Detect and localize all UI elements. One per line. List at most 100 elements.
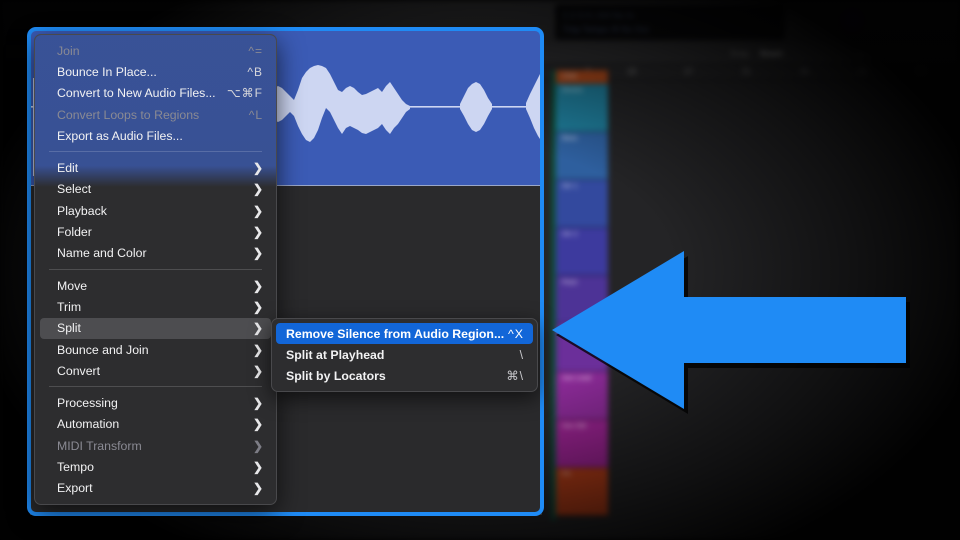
menu-item-label: Bounce and Join — [57, 342, 149, 357]
menu-item-join: Join ^= — [40, 40, 271, 61]
menu-separator — [49, 386, 262, 388]
transport-indicator — [840, 8, 864, 32]
chevron-right-icon: ❯ — [252, 459, 263, 474]
menu-item-convert[interactable]: Convert ❯ — [40, 360, 271, 381]
submenu-item-split-at-playhead[interactable]: Split at Playhead \ — [276, 344, 533, 365]
submenu-item-list: Remove Silence from Audio Region... ^X Spl… — [272, 323, 537, 387]
menu-item-export[interactable]: Export ❯ — [40, 478, 271, 499]
menu-item-label: MIDI Transform — [57, 438, 142, 453]
chevron-right-icon: ❯ — [252, 342, 263, 357]
chevron-right-icon: ❯ — [252, 278, 263, 293]
menu-item-label: Select — [57, 182, 92, 197]
track-name: FX — [562, 471, 571, 478]
lcd-line-1: 1 2 3 4 | 4/4 No In — [563, 11, 635, 20]
chevron-right-icon: ❯ — [252, 246, 263, 261]
track-name: Bass — [562, 135, 578, 142]
menu-item-label: Bounce In Place... — [57, 64, 157, 79]
track-header[interactable]: Click — [556, 70, 608, 84]
menu-item-midi-transform: MIDI Transform ❯ — [40, 435, 271, 456]
chevron-right-icon: ❯ — [252, 396, 263, 411]
track-name: Gtr 2 — [562, 231, 578, 238]
ruler-tick: 21 — [742, 67, 751, 76]
menu-item-edit[interactable]: Edit ❯ — [40, 157, 271, 178]
menu-item-label: Move — [57, 278, 88, 293]
transport-lcd: 1 2 3 4 | 4/4 No In Tmp Tempo /8 No Out — [555, 4, 785, 40]
ruler-tick: 13 — [627, 67, 636, 76]
menu-item-bounce-and-join[interactable]: Bounce and Join ❯ — [40, 339, 271, 360]
chevron-right-icon: ❯ — [252, 161, 263, 176]
ruler-tick: 29 — [858, 67, 867, 76]
split-submenu[interactable]: Remove Silence from Audio Region... ^X Spl… — [271, 318, 538, 392]
toolbar-label-drag: Drag — [858, 49, 876, 58]
menu-item-shortcut: ^L — [248, 107, 263, 122]
menu-item-shortcut: ⌥⌘F — [226, 86, 263, 101]
ruler-tick: 25 — [800, 67, 809, 76]
track-header[interactable]: Gtr 1 — [556, 180, 608, 228]
toolbar-label-smart: Smart — [760, 49, 783, 58]
submenu-item-remove-silence-from-audio-region[interactable]: Remove Silence from Audio Region... ^X — [276, 323, 533, 345]
menu-separator — [49, 151, 262, 153]
chevron-right-icon: ❯ — [252, 481, 263, 496]
menu-item-bounce-in-place[interactable]: Bounce In Place... ^B — [40, 61, 271, 82]
menu-item-tempo[interactable]: Tempo ❯ — [40, 456, 271, 477]
region-context-menu[interactable]: Join ^= Bounce In Place... ^B Convert to New… — [34, 34, 277, 505]
menu-item-automation[interactable]: Automation ❯ — [40, 414, 271, 435]
track-header[interactable]: Drums — [556, 84, 608, 132]
toolbar-label-snap: Snap — [730, 49, 749, 58]
menu-item-convert-to-new-audio-files[interactable]: Convert to New Audio Files... ⌥⌘F — [40, 83, 271, 104]
menu-item-split[interactable]: Split ❯ — [40, 317, 271, 339]
menu-item-name-and-color[interactable]: Name and Color ❯ — [40, 243, 271, 264]
menu-item-convert-loops-to-regions: Convert Loops to Regions ^L — [40, 104, 271, 125]
menu-item-label: Convert — [57, 363, 101, 378]
submenu-item-shortcut: ^X — [508, 326, 524, 341]
menu-item-shortcut: ^= — [248, 43, 263, 58]
submenu-item-label: Remove Silence from Audio Region... — [286, 326, 505, 341]
menu-item-select[interactable]: Select ❯ — [40, 179, 271, 200]
menu-item-label: Tempo — [57, 459, 94, 474]
menu-item-label: Convert to New Audio Files... — [57, 86, 216, 101]
menu-item-label: Folder — [57, 225, 92, 240]
menu-item-label: Processing — [57, 396, 118, 411]
menu-item-shortcut: ^B — [247, 64, 263, 79]
track-name: Drums — [562, 87, 583, 94]
menu-item-label: Split — [57, 321, 81, 336]
screenshot-root: 1 2 3 4 | 4/4 No In Tmp Tempo /8 No Out … — [0, 0, 960, 540]
submenu-item-label: Split at Playhead — [286, 347, 385, 362]
menu-separator — [49, 268, 262, 270]
pointer-arrow-left-icon — [552, 251, 910, 414]
chevron-right-icon: ❯ — [252, 417, 263, 432]
chevron-right-icon: ❯ — [252, 438, 263, 453]
menu-item-folder[interactable]: Folder ❯ — [40, 221, 271, 242]
chevron-right-icon: ❯ — [252, 299, 263, 314]
menu-item-export-as-audio-files[interactable]: Export as Audio Files... — [40, 125, 271, 146]
menu-item-trim[interactable]: Trim ❯ — [40, 296, 271, 317]
track-header[interactable]: FX — [556, 468, 608, 516]
chevron-right-icon: ❯ — [252, 321, 263, 336]
chevron-right-icon: ❯ — [252, 225, 263, 240]
ruler-tick: 17 — [684, 67, 693, 76]
menu-item-label: Playback — [57, 203, 107, 218]
toolbar-label-overlap: Overlap — [890, 49, 919, 58]
ruler-tick: 33 — [916, 67, 925, 76]
lcd-line-2: Tmp Tempo /8 No Out — [563, 25, 650, 34]
menu-item-processing[interactable]: Processing ❯ — [40, 392, 271, 413]
submenu-item-split-by-locators[interactable]: Split by Locators ⌘\ — [276, 366, 533, 387]
menu-item-label: Join — [57, 43, 80, 58]
track-header[interactable]: Vox Dbl — [556, 420, 608, 468]
track-header[interactable]: Bass — [556, 132, 608, 180]
menu-item-label: Trim — [57, 299, 82, 314]
chevron-right-icon: ❯ — [252, 182, 263, 197]
menu-item-move[interactable]: Move ❯ — [40, 275, 271, 296]
submenu-item-label: Split by Locators — [286, 369, 386, 384]
chevron-right-icon: ❯ — [252, 203, 263, 218]
submenu-item-shortcut: ⌘\ — [506, 369, 524, 384]
menu-item-list: Join ^= Bounce In Place... ^B Convert to New… — [35, 40, 276, 499]
chevron-right-icon: ❯ — [252, 363, 263, 378]
menu-item-playback[interactable]: Playback ❯ — [40, 200, 271, 221]
track-name: Click — [562, 73, 578, 80]
menu-item-label: Edit — [57, 161, 79, 176]
menu-item-label: Export as Audio Files... — [57, 128, 183, 143]
menu-item-label: Convert Loops to Regions — [57, 107, 200, 122]
menu-item-label: Export — [57, 481, 93, 496]
track-name: Gtr 1 — [562, 183, 578, 190]
